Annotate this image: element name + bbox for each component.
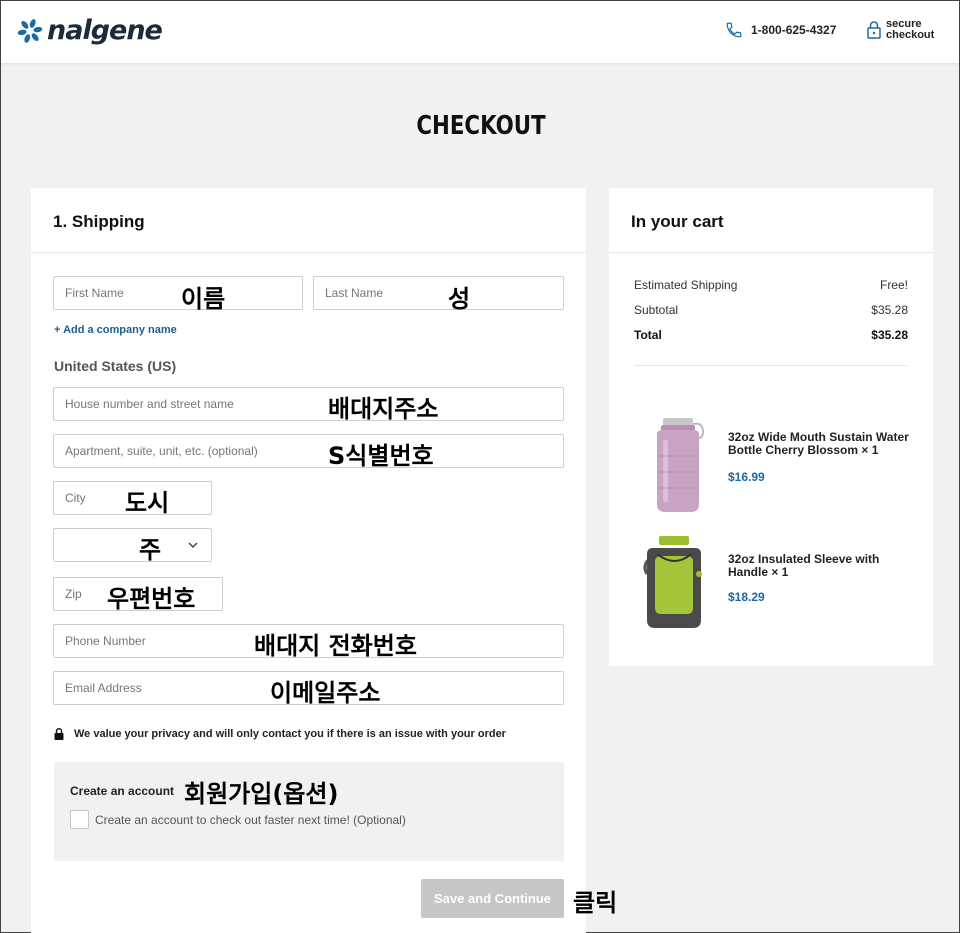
divider bbox=[609, 252, 933, 253]
apartment-field[interactable] bbox=[53, 434, 564, 468]
create-account-title: Create an account bbox=[70, 784, 175, 798]
street-field[interactable] bbox=[53, 387, 564, 421]
apartment-input[interactable] bbox=[54, 435, 563, 467]
insulated-sleeve-image[interactable] bbox=[639, 534, 709, 632]
total-row: Total $35.28 bbox=[634, 328, 908, 342]
zip-field[interactable] bbox=[53, 577, 223, 611]
cart-item-price: $16.99 bbox=[728, 470, 765, 484]
phone-number: 1-800-625-4327 bbox=[751, 23, 837, 37]
zip-input[interactable] bbox=[54, 578, 222, 610]
email-field[interactable] bbox=[53, 671, 564, 705]
water-bottle-image[interactable] bbox=[647, 416, 707, 516]
subtotal-label: Subtotal bbox=[634, 303, 679, 317]
phone-field[interactable] bbox=[53, 624, 564, 658]
cart-panel: In your cart Estimated Shipping Free! Su… bbox=[609, 188, 933, 666]
state-select[interactable] bbox=[53, 528, 212, 562]
last-name-input[interactable] bbox=[314, 277, 563, 309]
lock-icon bbox=[54, 728, 64, 740]
phone-icon bbox=[726, 22, 742, 38]
logo-text: nalgene bbox=[47, 15, 163, 46]
lock-icon bbox=[867, 21, 881, 39]
chevron-down-icon bbox=[188, 542, 198, 549]
street-input[interactable] bbox=[54, 388, 563, 420]
cart-item-name[interactable]: 32oz Wide Mouth Sustain Water Bottle Che… bbox=[728, 431, 918, 457]
create-account-box: Create an account 회원가입(옵션) Create an acc… bbox=[54, 762, 564, 861]
shipping-value: Free! bbox=[879, 278, 908, 292]
total-label: Total bbox=[634, 328, 662, 342]
total-value: $35.28 bbox=[871, 328, 908, 342]
shipping-title: 1. Shipping bbox=[53, 212, 145, 231]
cart-title: In your cart bbox=[631, 212, 724, 231]
page-title: CHECKOUT bbox=[416, 111, 546, 141]
cart-item-name[interactable]: 32oz Insulated Sleeve with Handle × 1 bbox=[728, 553, 918, 579]
subtotal-row: Subtotal $35.28 bbox=[634, 303, 908, 317]
first-name-field[interactable] bbox=[53, 276, 303, 310]
city-field[interactable] bbox=[53, 481, 212, 515]
phone-input[interactable] bbox=[54, 625, 563, 657]
estimated-shipping-row: Estimated Shipping Free! bbox=[634, 278, 908, 292]
pinwheel-logo-icon bbox=[17, 18, 43, 43]
site-header: nalgene 1-800-625-4327 secure checkout bbox=[1, 1, 959, 63]
secure-checkout-badge: secure checkout bbox=[867, 19, 946, 41]
create-account-checkbox[interactable] bbox=[70, 810, 89, 829]
divider bbox=[634, 365, 908, 366]
privacy-text: We value your privacy and will only cont… bbox=[74, 728, 506, 740]
nalgene-logo[interactable]: nalgene bbox=[17, 15, 163, 46]
first-name-input[interactable] bbox=[54, 277, 302, 309]
email-input[interactable] bbox=[54, 672, 563, 704]
subtotal-value: $35.28 bbox=[871, 303, 908, 317]
save-and-continue-button[interactable]: Save and Continue bbox=[421, 879, 564, 918]
phone-link[interactable]: 1-800-625-4327 bbox=[725, 21, 836, 39]
country-label: United States (US) bbox=[54, 358, 177, 374]
add-company-link[interactable]: + Add a company name bbox=[54, 324, 177, 336]
shipping-label: Estimated Shipping bbox=[634, 278, 738, 292]
secure-checkout-label: secure checkout bbox=[886, 18, 935, 41]
create-account-checkbox-label[interactable]: Create an account to check out faster ne… bbox=[95, 813, 406, 827]
shipping-panel: 1. Shipping 이름 성 + Add a company name Un… bbox=[31, 188, 586, 933]
privacy-notice: We value your privacy and will only cont… bbox=[54, 728, 506, 740]
cart-item-price: $18.29 bbox=[728, 590, 765, 604]
city-input[interactable] bbox=[54, 482, 211, 514]
divider bbox=[31, 252, 586, 253]
create-account-annotation: 회원가입(옵션) bbox=[184, 780, 339, 808]
last-name-field[interactable] bbox=[313, 276, 564, 310]
